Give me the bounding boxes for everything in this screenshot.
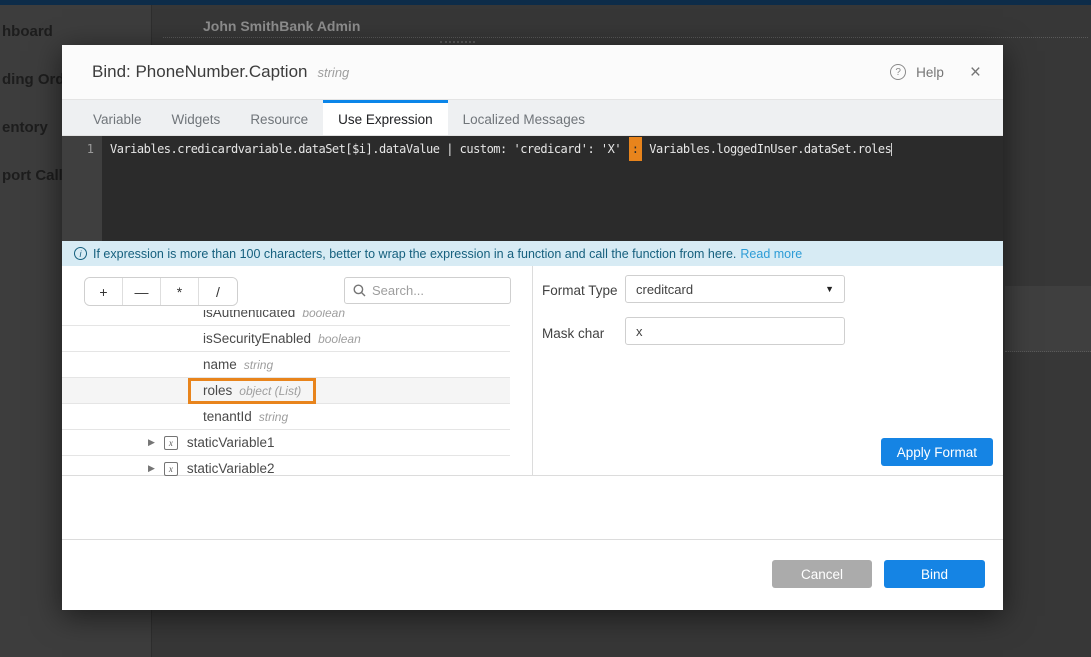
highlighted-colon: : [629,137,642,161]
close-icon[interactable]: × [970,63,981,82]
dialog-title: Bind: PhoneNumber.Caption [92,62,307,82]
help-label[interactable]: Help [916,65,944,80]
variable-tree-panel: + — * / isAuthenticated boolean [62,266,533,475]
expand-arrow-icon[interactable]: ▶ [148,463,155,474]
property-name: isSecurityEnabled [203,331,311,346]
tree-search [344,277,511,304]
canvas-widget-band [1005,286,1091,352]
variable-name: staticVariable2 [187,461,275,476]
tree-row-staticvariable1[interactable]: ▶ x staticVariable1 [62,430,510,456]
property-name: isAuthenticated [203,310,295,320]
tree-row-name[interactable]: name string [62,352,510,378]
user-header-text: John SmithBank Admin [203,18,360,34]
search-icon [353,284,366,297]
variable-type-icon: x [164,436,178,450]
dialog-type-label: string [317,65,349,80]
property-type: boolean [318,332,361,346]
tab-localized-messages[interactable]: Localized Messages [448,100,600,135]
operator-button-group: + — * / [84,277,238,306]
variable-type-icon: x [164,462,178,476]
selection-highlight-box [188,378,316,404]
tree-row-roles-selected[interactable]: roles object (List) [62,378,510,404]
sidebar-item-support-calls[interactable]: port Calls [2,167,71,184]
tree-row-staticvariable2[interactable]: ▶ x staticVariable2 [62,456,510,476]
format-type-value: creditcard [636,282,693,297]
code-after: Variables.loggedInUser.dataSet.roles [643,142,892,156]
format-panel: Format Type creditcard ▼ Mask char Apply… [533,266,1003,475]
code-before: Variables.credicardvariable.dataSet[$i].… [110,142,628,156]
expand-arrow-icon[interactable]: ▶ [148,437,155,448]
dialog-spacer [62,476,1003,540]
sidebar-item-dashboard[interactable]: hboard [2,23,53,40]
tree-row-issecurityenabled[interactable]: isSecurityEnabled boolean [62,326,510,352]
search-input[interactable] [372,283,502,298]
cancel-button[interactable]: Cancel [772,560,872,588]
canvas-dotted-segment [440,41,475,43]
expression-editor[interactable]: 1 Variables.credicardvariable.dataSet[$i… [62,136,1003,241]
apply-format-button[interactable]: Apply Format [881,438,993,466]
editor-line-number: 1 [62,136,102,241]
divide-operator-button[interactable]: / [199,278,237,305]
info-banner: i If expression is more than 100 charact… [62,241,1003,266]
bind-button[interactable]: Bind [884,560,985,588]
info-icon: i [74,247,87,260]
variable-tree: isAuthenticated boolean isSecurityEnable… [62,310,532,476]
tab-variable[interactable]: Variable [78,100,157,135]
tab-use-expression[interactable]: Use Expression [323,100,448,135]
format-type-label: Format Type [542,283,618,298]
dialog-header: Bind: PhoneNumber.Caption string ? Help … [62,45,1003,100]
property-type: string [244,358,273,372]
dropdown-arrow-icon: ▼ [825,284,834,294]
property-name: tenantId [203,409,252,424]
tab-resource[interactable]: Resource [235,100,323,135]
variable-name: staticVariable1 [187,435,275,450]
property-type: boolean [302,310,345,320]
bind-dialog: Bind: PhoneNumber.Caption string ? Help … [62,45,1003,610]
mask-char-input[interactable] [625,317,845,345]
property-type: string [259,410,288,424]
read-more-link[interactable]: Read more [740,247,802,261]
dialog-tabs: Variable Widgets Resource Use Expression… [62,100,1003,136]
property-name: name [203,357,237,372]
minus-operator-button[interactable]: — [123,278,161,305]
app-top-accent-bar [0,0,1091,5]
tree-row-isauthenticated[interactable]: isAuthenticated boolean [62,310,510,326]
canvas-dotted-border [163,37,1088,38]
help-icon[interactable]: ? [890,64,906,80]
tab-widgets[interactable]: Widgets [157,100,236,135]
text-cursor [891,143,892,156]
multiply-operator-button[interactable]: * [161,278,199,305]
mask-char-label: Mask char [542,326,604,341]
format-type-select[interactable]: creditcard ▼ [625,275,845,303]
info-text: If expression is more than 100 character… [93,247,736,261]
tree-row-tenantid[interactable]: tenantId string [62,404,510,430]
dialog-footer: Cancel Bind [62,540,1003,608]
sidebar-item-inventory[interactable]: entory [2,119,48,136]
expression-code[interactable]: Variables.credicardvariable.dataSet[$i].… [102,136,892,241]
plus-operator-button[interactable]: + [85,278,123,305]
